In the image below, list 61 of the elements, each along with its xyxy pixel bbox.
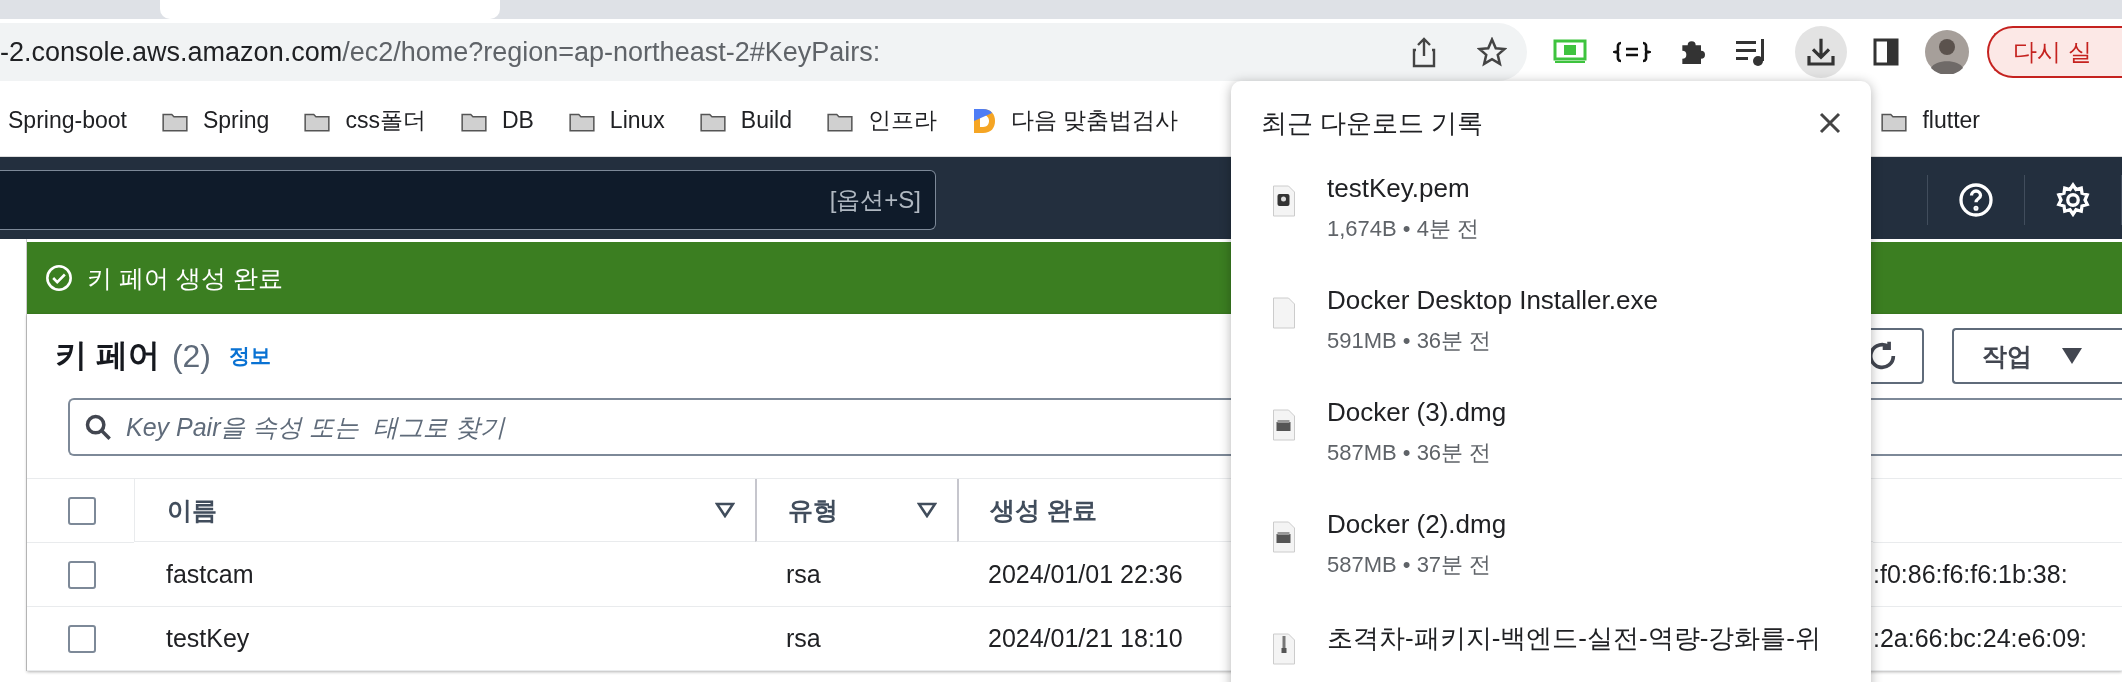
bookmark[interactable]: Spring xyxy=(160,107,270,134)
file-name[interactable]: Docker (2).dmg xyxy=(1327,509,1507,540)
avatar-icon[interactable] xyxy=(1925,30,1970,74)
sort-icon[interactable] xyxy=(917,502,937,518)
share-icon[interactable] xyxy=(1411,36,1438,68)
settings-icon[interactable] xyxy=(2055,182,2091,218)
star-icon[interactable] xyxy=(1477,37,1508,67)
file-name[interactable]: Docker (3).dmg xyxy=(1327,397,1507,428)
url-host: -2.console.aws.amazon.com xyxy=(0,36,343,68)
column-header[interactable]: 생성 완료 xyxy=(990,493,1097,527)
bookmark[interactable]: 다음 맞춤법검사 xyxy=(971,105,1179,136)
url-path: /ec2/home?region=ap-northeast-2#KeyPairs: xyxy=(342,36,881,68)
bookmark[interactable]: Spring-boot xyxy=(8,107,127,134)
info-link[interactable]: 정보 xyxy=(229,342,271,370)
caret-icon xyxy=(2062,348,2082,364)
file-details: 591MB • 36분 전 xyxy=(1327,327,1493,355)
bookmark[interactable]: 인프라 xyxy=(826,105,937,136)
file-type-icon xyxy=(1271,521,1297,553)
table-cell: 2024/01/01 22:36 xyxy=(988,560,1183,589)
side-panel-icon[interactable] xyxy=(1873,38,1900,66)
file-type-icon xyxy=(1271,633,1297,665)
check-circle-icon xyxy=(45,264,73,292)
table-cell: :2a:66:bc:24:e6:09: xyxy=(1873,624,2088,653)
sort-icon[interactable] xyxy=(715,502,735,518)
file-type-icon xyxy=(1271,409,1297,441)
file-type-icon xyxy=(1271,185,1297,217)
actions-dropdown[interactable]: 작업 xyxy=(1952,328,2122,384)
bookmark[interactable]: DB xyxy=(459,107,534,134)
bookmark[interactable]: Linux xyxy=(567,107,665,134)
bookmark[interactable]: flutter xyxy=(1880,107,1980,134)
item-count: (2) xyxy=(171,337,211,375)
table-cell: rsa xyxy=(786,560,821,589)
bookmark[interactable]: css폴더 xyxy=(303,105,426,136)
help-icon[interactable] xyxy=(1958,182,1994,218)
popup-title: 최근 다운로드 기록 xyxy=(1261,106,1484,140)
file-name[interactable]: 초격차-패키지-백엔드-실전-역량-강화를-위 xyxy=(1327,621,1821,656)
address-bar[interactable]: -2.console.aws.amazon.com/ec2/home?region=ap-northeast-2#KeyPairs: xyxy=(0,23,1528,81)
search-icon xyxy=(84,413,112,441)
bookmark[interactable]: Build xyxy=(698,107,792,134)
table-cell: 2024/01/21 18:10 xyxy=(988,624,1183,653)
file-details: 587MB • 37분 전 xyxy=(1327,551,1493,579)
close-icon xyxy=(1819,112,1841,134)
site-logo-icon xyxy=(971,106,997,135)
relaunch-button[interactable]: 다시 실 xyxy=(1987,26,2122,78)
select-all-checkbox[interactable] xyxy=(68,496,96,525)
row-checkbox[interactable] xyxy=(68,624,96,653)
file-details: 1,674B • 4분 전 xyxy=(1327,215,1479,243)
banner-message: 키 페어 생성 완료 xyxy=(87,262,283,294)
table-cell: rsa xyxy=(786,624,821,653)
file-name[interactable]: Docker Desktop Installer.exe xyxy=(1327,285,1658,316)
row-checkbox[interactable] xyxy=(68,560,96,589)
table-cell: fastcam xyxy=(166,560,254,589)
search-field[interactable]: [옵션+S] xyxy=(0,170,936,230)
table-cell: :f0:86:f6:f6:1b:38: xyxy=(1873,560,2068,589)
table-cell: testKey xyxy=(166,624,250,653)
file-name[interactable]: testKey.pem xyxy=(1327,173,1479,204)
panel-title: 키 페어 xyxy=(55,336,160,375)
file-icon xyxy=(1271,297,1297,329)
column-header[interactable]: 이름 xyxy=(167,493,217,527)
column-header[interactable]: 유형 xyxy=(788,493,838,527)
braces-extension-icon[interactable] xyxy=(1613,41,1652,63)
